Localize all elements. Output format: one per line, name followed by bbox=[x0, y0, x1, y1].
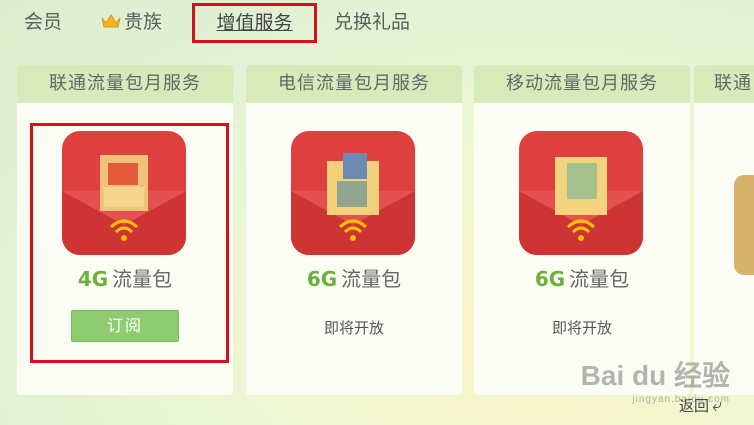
pixelated-image bbox=[323, 149, 383, 219]
package-name: 6G 流量包 bbox=[474, 263, 690, 292]
top-tab-bar: 会员 贵族 增值服务 兑换礼品 bbox=[0, 0, 754, 48]
card-title: 移动流量包月服务 bbox=[474, 65, 690, 103]
package-unit: 流量包 bbox=[569, 267, 630, 291]
tab-noble-label: 贵族 bbox=[124, 11, 163, 33]
package-unit: 流量包 bbox=[341, 267, 402, 291]
back-label: 返回 bbox=[679, 397, 710, 415]
package-size: 6G bbox=[534, 267, 566, 291]
tab-value-added-label: 增值服务 bbox=[216, 12, 293, 34]
back-arrow-icon: ⤶ bbox=[712, 395, 723, 416]
tab-value-added[interactable]: 增值服务 bbox=[192, 3, 317, 43]
tab-noble[interactable]: 贵族 bbox=[100, 6, 162, 38]
card-telecom: 电信流量包月服务 6G 流量包 即将开放 bbox=[246, 65, 462, 395]
red-envelope-icon bbox=[519, 131, 643, 255]
back-button[interactable]: 返回 ⤶ bbox=[679, 395, 722, 416]
coming-soon-label: 即将开放 bbox=[323, 319, 384, 337]
package-name: 6G 流量包 bbox=[246, 263, 462, 292]
tab-gifts[interactable]: 兑换礼品 bbox=[334, 6, 410, 38]
watermark-brand: Bai du 经验 bbox=[580, 360, 730, 391]
wifi-icon bbox=[338, 219, 368, 241]
partial-icon bbox=[734, 175, 754, 275]
wifi-icon bbox=[566, 219, 596, 241]
highlight-box bbox=[30, 123, 229, 363]
package-size: 6G bbox=[306, 267, 338, 291]
tab-vip[interactable]: 会员 bbox=[24, 6, 62, 38]
card-title: 联通流量包月服务 bbox=[17, 65, 233, 103]
card-unicom-partial: 联通 bbox=[694, 65, 754, 395]
pixelated-image bbox=[551, 149, 611, 219]
red-envelope-icon bbox=[291, 131, 415, 255]
card-mobile: 移动流量包月服务 6G 流量包 即将开放 bbox=[474, 65, 690, 395]
crown-icon bbox=[101, 14, 121, 28]
card-title: 联通 bbox=[694, 65, 754, 103]
card-title: 电信流量包月服务 bbox=[246, 65, 462, 103]
coming-soon-label: 即将开放 bbox=[551, 319, 612, 337]
